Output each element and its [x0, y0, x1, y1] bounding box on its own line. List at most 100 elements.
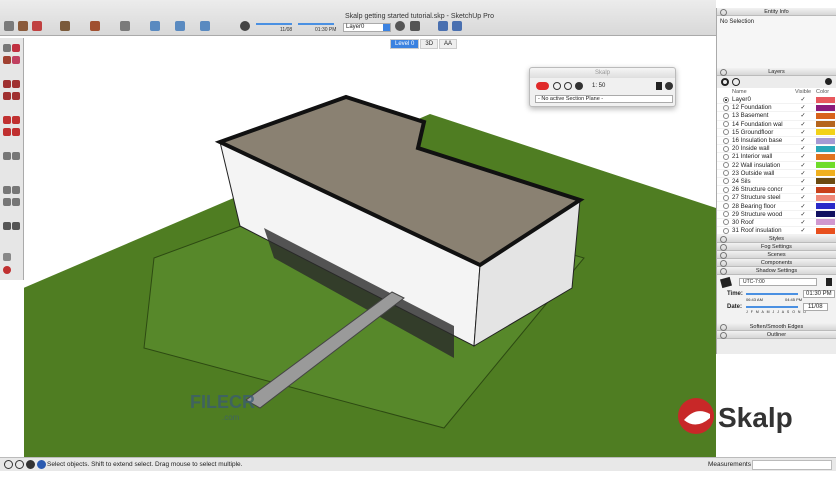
current-layer-radio[interactable]: [723, 112, 729, 119]
layer-color-swatch[interactable]: [816, 96, 835, 103]
current-layer-radio[interactable]: [723, 162, 729, 169]
layer-row[interactable]: 16 Insulation base ✓: [717, 137, 836, 146]
visible-checkbox[interactable]: ✓: [790, 162, 816, 169]
layer-name[interactable]: 15 Groundfloor: [732, 129, 790, 136]
layer-row[interactable]: 22 Wall insulation ✓: [717, 162, 836, 170]
current-layer-radio[interactable]: [723, 227, 729, 234]
view-iso-icon[interactable]: [150, 21, 160, 31]
tape-icon[interactable]: [3, 152, 11, 160]
user-icon[interactable]: [26, 460, 35, 469]
move-icon[interactable]: [3, 116, 11, 124]
current-layer-radio[interactable]: [723, 203, 729, 210]
help-icon[interactable]: [37, 460, 46, 469]
layer-row[interactable]: 20 Inside wall ✓: [717, 145, 836, 154]
layer-row[interactable]: 29 Structure wood ✓: [717, 211, 836, 219]
orbit-icon[interactable]: [3, 186, 11, 194]
view-front-icon[interactable]: [200, 21, 210, 31]
time-slider[interactable]: [298, 23, 334, 25]
layer-name[interactable]: 22 Wall insulation: [732, 162, 790, 169]
current-layer-radio[interactable]: [723, 211, 729, 218]
shadow-lock-icon[interactable]: [826, 278, 832, 287]
visible-checkbox[interactable]: ✓: [790, 170, 816, 177]
layer-color-swatch[interactable]: [816, 153, 835, 160]
layer-info-icon[interactable]: [395, 21, 405, 31]
layer-name[interactable]: 31 Roof insulation: [732, 227, 790, 234]
layer-row[interactable]: 24 Sils ✓: [717, 178, 836, 187]
styles-header[interactable]: Styles: [717, 235, 836, 244]
date-field[interactable]: 11/08: [803, 303, 828, 312]
layer-name[interactable]: 13 Basement: [732, 112, 790, 119]
layer-name[interactable]: 30 Roof: [732, 219, 790, 226]
visible-checkbox[interactable]: ✓: [790, 121, 816, 128]
move-icon[interactable]: [90, 21, 100, 31]
layer-color-swatch[interactable]: [816, 211, 835, 218]
layer-row[interactable]: 13 Basement ✓: [717, 112, 836, 121]
layer-name[interactable]: 26 Structure concr: [732, 186, 790, 193]
add-section-icon[interactable]: [553, 82, 561, 90]
layer-color-swatch[interactable]: [816, 203, 835, 210]
layer-color-swatch[interactable]: [816, 137, 835, 144]
visible-checkbox[interactable]: ✓: [790, 203, 816, 210]
circle-icon[interactable]: [12, 92, 20, 100]
layer-name[interactable]: 21 Interior wall: [732, 153, 790, 160]
paint-icon[interactable]: [32, 21, 42, 31]
layer-row[interactable]: 14 Foundation wal ✓: [717, 121, 836, 129]
scenes-header[interactable]: Scenes: [717, 251, 836, 260]
current-layer-radio[interactable]: [723, 96, 729, 103]
layer-name[interactable]: 27 Structure steel: [732, 194, 790, 201]
pan-icon[interactable]: [12, 186, 20, 194]
measurements-input[interactable]: [752, 460, 832, 470]
col-color[interactable]: Color: [816, 89, 829, 95]
visible-checkbox[interactable]: ✓: [790, 194, 816, 201]
select-tool-icon[interactable]: [4, 21, 14, 31]
current-layer-radio[interactable]: [723, 186, 729, 193]
current-layer-radio[interactable]: [723, 137, 729, 144]
current-layer-radio[interactable]: [723, 194, 729, 201]
layer-row[interactable]: 31 Roof insulation ✓: [717, 227, 836, 236]
visible-checkbox[interactable]: ✓: [790, 104, 816, 111]
visible-checkbox[interactable]: ✓: [790, 137, 816, 144]
visible-checkbox[interactable]: ✓: [790, 227, 816, 234]
settings-icon[interactable]: [665, 82, 673, 90]
col-name[interactable]: Name: [732, 89, 790, 95]
geo-location-icon[interactable]: [4, 460, 13, 469]
brush-icon[interactable]: [410, 21, 420, 31]
layer-row[interactable]: 27 Structure steel ✓: [717, 194, 836, 203]
col-visible[interactable]: Visible: [790, 89, 816, 95]
date-slider[interactable]: [746, 306, 798, 309]
shadow-toggle-icon[interactable]: [720, 277, 732, 289]
add-layer-icon[interactable]: [721, 78, 729, 86]
layer-details-icon[interactable]: [825, 78, 832, 85]
current-layer-radio[interactable]: [723, 104, 729, 111]
orbit-icon[interactable]: [120, 21, 130, 31]
layer-color-swatch[interactable]: [816, 112, 835, 119]
layer-color-swatch[interactable]: [816, 145, 835, 152]
soften-header[interactable]: Soften/Smooth Edges: [717, 323, 836, 332]
model-viewport[interactable]: [24, 48, 716, 457]
layer-name[interactable]: 28 Bearing floor: [732, 203, 790, 210]
update-icon[interactable]: [575, 82, 583, 90]
layer-color-swatch[interactable]: [816, 186, 835, 193]
visible-checkbox[interactable]: ✓: [790, 186, 816, 193]
layer-name[interactable]: 20 Inside wall: [732, 145, 790, 152]
layer-color-swatch[interactable]: [816, 129, 835, 136]
offset-icon[interactable]: [12, 128, 20, 136]
layer-color-swatch[interactable]: [816, 194, 835, 201]
push-pull-icon[interactable]: [60, 21, 70, 31]
shadow-toggle-icon[interactable]: [240, 21, 250, 31]
fog-header[interactable]: Fog Settings: [717, 243, 836, 252]
text-icon[interactable]: [12, 152, 20, 160]
layer-row[interactable]: 21 Interior wall ✓: [717, 153, 836, 162]
layer-color-swatch[interactable]: [816, 227, 835, 234]
layer-name[interactable]: Layer0: [732, 96, 790, 103]
current-layer-radio[interactable]: [723, 178, 729, 185]
visible-checkbox[interactable]: ✓: [790, 145, 816, 152]
layers-header[interactable]: Layers: [717, 68, 836, 76]
visible-checkbox[interactable]: ✓: [790, 96, 816, 103]
layer-row[interactable]: 15 Groundfloor ✓: [717, 129, 836, 137]
section-plane-select[interactable]: - No active Section Plane -: [535, 95, 673, 103]
current-layer-radio[interactable]: [723, 170, 729, 177]
visible-checkbox[interactable]: ✓: [790, 153, 816, 160]
layer-name[interactable]: 23 Outside wall: [732, 170, 790, 177]
rectangle-icon[interactable]: [3, 92, 11, 100]
